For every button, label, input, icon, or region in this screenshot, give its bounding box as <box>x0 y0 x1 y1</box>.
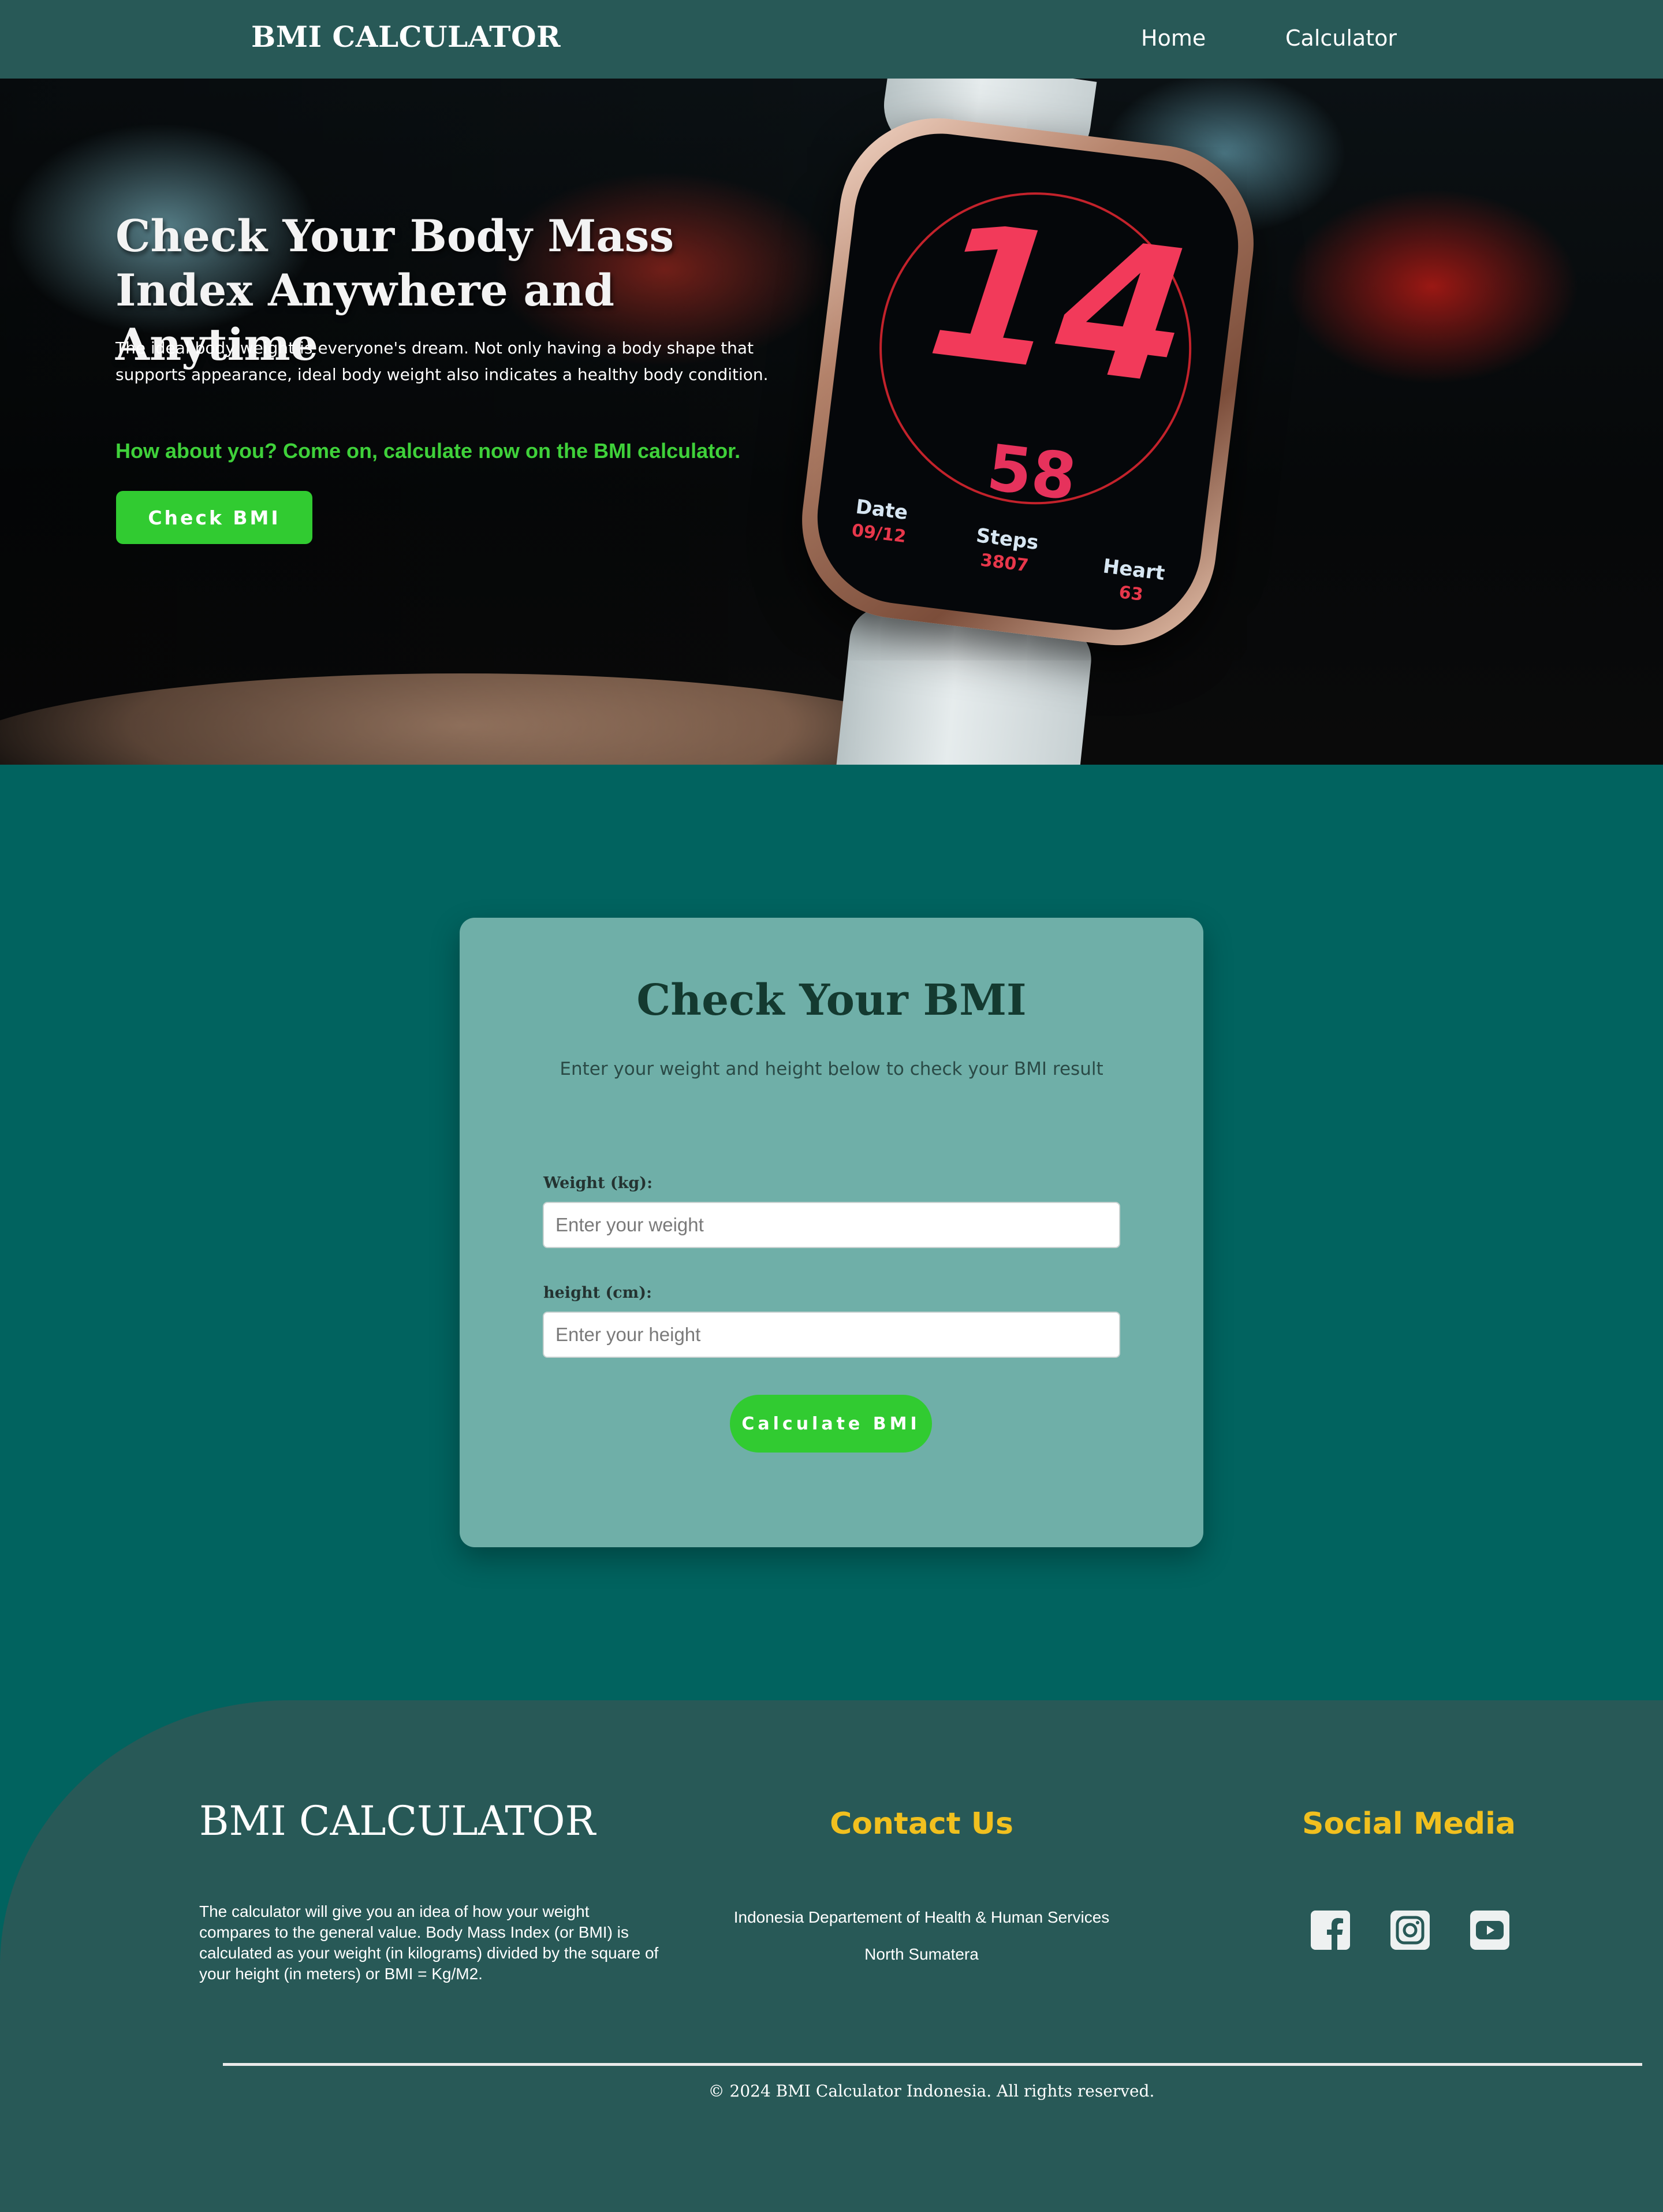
contact-heading: Contact Us <box>830 1807 1013 1841</box>
nav-brand[interactable]: BMI CALCULATOR <box>251 20 561 54</box>
watch-hour: 14 <box>919 182 1200 427</box>
youtube-icon[interactable] <box>1469 1909 1511 1951</box>
calculate-bmi-button[interactable]: Calculate BMI <box>730 1395 932 1453</box>
nav-link-calculator[interactable]: Calculator <box>1285 25 1397 51</box>
weight-input[interactable] <box>543 1202 1120 1248</box>
contact-line-region: North Sumatera <box>864 1945 979 1963</box>
weight-label: Weight (kg): <box>543 1174 653 1192</box>
height-input[interactable] <box>543 1312 1120 1358</box>
footer-divider <box>223 2063 1642 2066</box>
check-bmi-button[interactable]: Check BMI <box>116 491 312 544</box>
navbar: BMI CALCULATOR Home Calculator <box>0 0 1663 79</box>
contact-line-organization: Indonesia Departement of Health & Human … <box>733 1908 1110 1926</box>
hero-description: The ideal body weight is everyone's drea… <box>115 338 769 384</box>
hero-cta-text: How about you? Come on, calculate now on… <box>115 439 741 463</box>
facebook-icon[interactable] <box>1310 1909 1351 1951</box>
footer-description: The calculator will give you an idea of … <box>199 1902 659 1983</box>
calculator-title: Check Your BMI <box>636 975 1027 1025</box>
hero-overlay <box>0 79 866 765</box>
footer-copyright: © 2024 BMI Calculator Indonesia. All rig… <box>708 2081 1155 2101</box>
nav-link-home[interactable]: Home <box>1141 25 1206 51</box>
watch-screen: 14 58 Date 09/12 Steps 3807 Heart 63 <box>807 124 1248 640</box>
footer-brand: BMI CALCULATOR <box>199 1797 596 1845</box>
footer: BMI CALCULATOR The calculator will give … <box>0 1700 1663 2212</box>
height-label: height (cm): <box>543 1284 652 1302</box>
bmi-calculator-card: Check Your BMI Enter your weight and hei… <box>460 918 1203 1547</box>
instagram-icon[interactable] <box>1389 1909 1431 1951</box>
hero-section: 14 58 Date 09/12 Steps 3807 Heart 63 Che… <box>0 79 1663 765</box>
social-heading: Social Media <box>1302 1807 1516 1841</box>
calculator-subtitle: Enter your weight and height below to ch… <box>560 1059 1103 1079</box>
